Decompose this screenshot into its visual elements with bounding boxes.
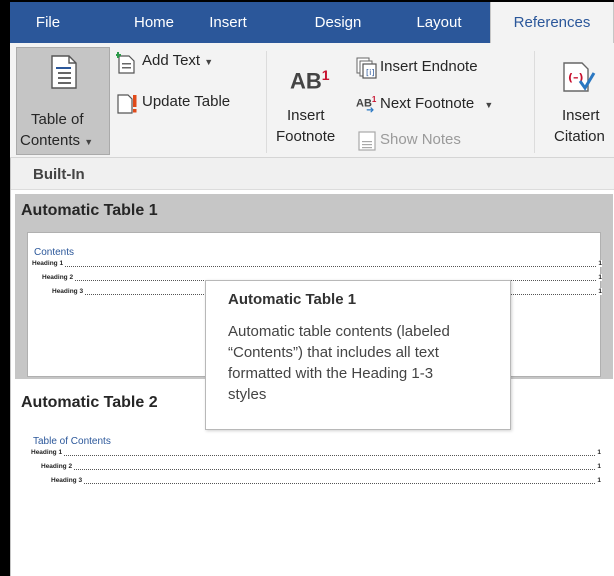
next-footnote-button[interactable]: AB1 ➜ Next Footnote ▼ [356, 93, 536, 117]
references-ribbon: Table of Contents ▼ Add Text ▼ Update Ta… [10, 43, 614, 158]
insert-endnote-icon: [i] [356, 57, 377, 79]
gallery-item-title: Automatic Table 1 [21, 202, 158, 219]
tab-layout[interactable]: Layout [398, 2, 480, 43]
tooltip-title: Automatic Table 1 [228, 291, 357, 308]
preview-row: Heading 1 1 [32, 260, 602, 267]
tab-references[interactable]: References [490, 2, 614, 43]
preview-row: Heading 3 1 [51, 477, 601, 484]
svg-text:[i]: [i] [366, 68, 374, 77]
insert-footnote-button[interactable]: AB1 Insert Footnote [272, 47, 356, 155]
tab-insert[interactable]: Insert [192, 2, 264, 43]
toc-preview: Table of Contents Heading 1 1 Heading 2 … [27, 422, 601, 572]
tooltip-text-line: styles [228, 386, 267, 403]
tab-file[interactable]: File [10, 2, 86, 43]
preview-title: Contents [34, 247, 75, 258]
chevron-down-icon: ▼ [484, 100, 494, 110]
window-frame-left [0, 0, 10, 576]
preview-row: Heading 2 1 [41, 463, 601, 470]
show-notes-icon [358, 131, 376, 151]
insert-endnote-button[interactable]: [i] Insert Endnote [356, 57, 516, 81]
chevron-down-icon: ▼ [204, 57, 214, 67]
add-text-icon [116, 52, 135, 74]
ribbon-tab-bar: File Home Insert Design Layout Reference… [10, 2, 614, 43]
gallery-item-title: Automatic Table 2 [21, 394, 158, 411]
tooltip-text-line: “Contents”) that includes all text [228, 344, 439, 361]
update-table-button[interactable]: Update Table [116, 91, 256, 115]
leader-dots [75, 483, 595, 484]
leader-dots [56, 266, 596, 267]
toc-label-line2: Contents ▼ [20, 132, 94, 149]
leader-dots [65, 469, 595, 470]
tab-home[interactable]: Home [116, 2, 192, 43]
insert-citation-icon: (–) [563, 62, 596, 92]
tooltip-text-line: Automatic table contents (labeled [228, 323, 450, 340]
leader-dots [55, 455, 595, 456]
footnote-icon: AB1 [290, 67, 330, 94]
insert-citation-button[interactable]: (–) Insert Citation [540, 47, 614, 155]
table-of-contents-icon [51, 55, 77, 89]
gallery-tooltip: Automatic Table 1 Automatic table conten… [205, 280, 511, 430]
chevron-down-icon: ▼ [84, 137, 94, 147]
toc-label-line1: Table of [31, 111, 84, 128]
add-text-button[interactable]: Add Text ▼ [116, 51, 246, 75]
tab-design[interactable]: Design [300, 2, 376, 43]
table-of-contents-button[interactable]: Table of Contents ▼ [16, 47, 110, 155]
preview-row: Heading 1 1 [31, 449, 601, 456]
next-footnote-icon: AB1 ➜ [356, 95, 377, 116]
update-table-icon [117, 94, 137, 114]
preview-title: Table of Contents [33, 436, 111, 447]
gallery-section-header: Built-In [11, 158, 614, 190]
show-notes-button[interactable]: Show Notes [356, 129, 506, 153]
ribbon-group-separator [534, 51, 535, 153]
tooltip-text-line: formatted with the Heading 1-3 [228, 365, 434, 382]
ribbon-group-separator [266, 51, 267, 153]
